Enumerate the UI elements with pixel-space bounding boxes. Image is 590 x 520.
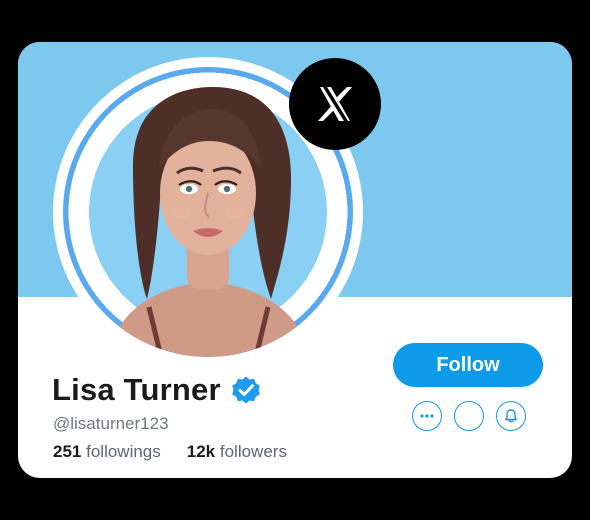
following-stat[interactable]: 251 followings [53,442,161,462]
followers-label: followers [219,442,287,461]
empty-action-button[interactable] [454,401,484,431]
more-dots-icon [420,414,434,418]
followers-count: 12k [186,442,216,461]
follow-button[interactable]: Follow [393,343,543,387]
profile-stats: 251 followings 12k followers [53,442,287,462]
verified-icon [231,375,261,405]
bell-icon [505,409,517,423]
followers-stat[interactable]: 12k followers [187,442,287,462]
profile-handle: @lisaturner123 [53,414,169,433]
profile-card: Lisa Turner @lisaturner123 251 following… [18,42,572,478]
profile-actions [412,401,526,431]
profile-name: Lisa Turner [52,372,221,407]
following-count: 251 [53,442,82,461]
following-label: followings [86,442,161,461]
more-options-button[interactable] [412,401,442,431]
x-logo-icon [289,58,381,150]
notifications-button[interactable] [496,401,526,431]
name-row: Lisa Turner [52,372,261,408]
